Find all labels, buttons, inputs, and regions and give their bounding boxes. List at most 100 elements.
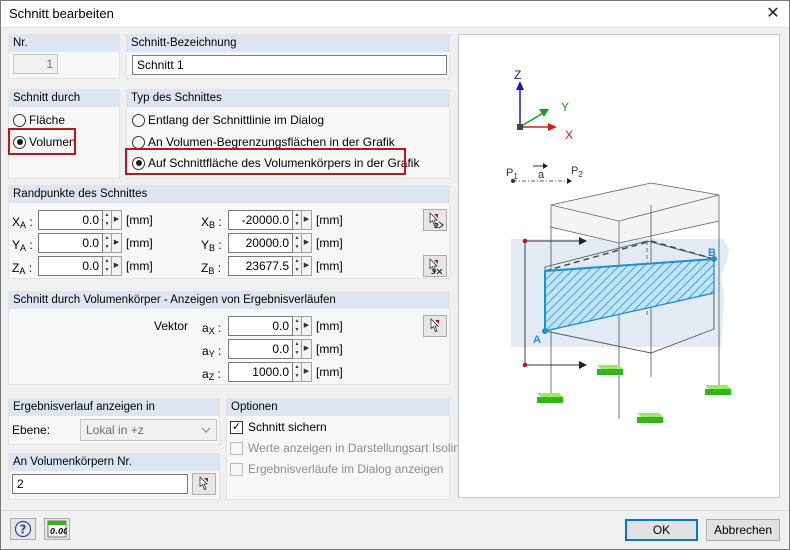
- spin-up-icon[interactable]: ▲: [293, 340, 301, 349]
- spin-down-icon[interactable]: ▼: [293, 243, 301, 252]
- svg-text:0.00: 0.00: [50, 527, 67, 536]
- check-schnitt-sichern-box[interactable]: ✓: [230, 420, 243, 434]
- close-icon[interactable]: ✕: [756, 0, 790, 28]
- calculator-button[interactable]: 0.00: [44, 518, 70, 540]
- preview-illustration: Z Y X P1 a P2 A B: [506, 68, 731, 423]
- check-schnitt-sichern[interactable]: ✓ Schnitt sichern: [230, 420, 327, 434]
- ya-stepper[interactable]: 0.0 ▲ ▼ ▶: [38, 233, 122, 253]
- ya-input[interactable]: 0.0: [38, 233, 103, 253]
- nr-header: Nr.: [9, 35, 119, 52]
- az-input[interactable]: 1000.0: [228, 362, 293, 382]
- ya-spin[interactable]: ▲ ▼: [103, 233, 112, 253]
- cancel-button[interactable]: Abbrechen: [706, 519, 780, 541]
- axis-z-label: Z: [514, 68, 521, 82]
- yb-input[interactable]: 20000.0: [228, 233, 293, 253]
- ay-label: aY :: [202, 344, 222, 359]
- xa-arrow-icon[interactable]: ▶: [112, 210, 122, 230]
- az-spin[interactable]: ▲ ▼: [293, 362, 302, 382]
- xb-spin[interactable]: ▲ ▼: [293, 210, 302, 230]
- radio-flaeche-dot[interactable]: [13, 113, 26, 127]
- ay-stepper[interactable]: 0.0 ▲ ▼ ▶: [228, 339, 312, 359]
- volnr-input[interactable]: 2: [12, 474, 188, 494]
- xa-label: XA :: [12, 215, 33, 230]
- point-b-label: B: [708, 247, 716, 259]
- spin-up-icon[interactable]: ▲: [293, 363, 301, 372]
- za-arrow-icon[interactable]: ▶: [112, 256, 122, 276]
- spin-up-icon[interactable]: ▲: [293, 257, 301, 266]
- pick-two-points-button[interactable]: 2: [423, 209, 447, 231]
- window-title: Schnitt bearbeiten: [9, 6, 114, 21]
- calculator-icon: 0.00: [47, 520, 67, 538]
- ya-label: YA :: [12, 238, 33, 253]
- ax-stepper[interactable]: 0.0 ▲ ▼ ▶: [228, 316, 312, 336]
- za-spin[interactable]: ▲ ▼: [103, 256, 112, 276]
- ok-button[interactable]: OK: [625, 519, 698, 541]
- ax-spin[interactable]: ▲ ▼: [293, 316, 302, 336]
- xa-spin[interactable]: ▲ ▼: [103, 210, 112, 230]
- az-arrow-icon[interactable]: ▶: [302, 362, 312, 382]
- typ-header: Typ des Schnittes: [127, 90, 449, 107]
- az-label: aZ :: [202, 367, 221, 382]
- pick-vector-button[interactable]: [423, 315, 447, 337]
- yb-arrow-icon[interactable]: ▶: [302, 233, 312, 253]
- nr-field: 1: [13, 54, 58, 74]
- za-input[interactable]: 0.0: [38, 256, 103, 276]
- spin-down-icon[interactable]: ▼: [293, 326, 301, 335]
- az-unit: [mm]: [316, 365, 343, 379]
- spin-up-icon[interactable]: ▲: [293, 317, 301, 326]
- check-ergebnisverlaeufe: Ergebnisverläufe im Dialog anzeigen: [230, 462, 443, 476]
- pick-two-points-icon: 2: [429, 212, 444, 229]
- az-stepper[interactable]: 1000.0 ▲ ▼ ▶: [228, 362, 312, 382]
- spin-down-icon[interactable]: ▼: [293, 220, 301, 229]
- ay-spin[interactable]: ▲ ▼: [293, 339, 302, 359]
- spin-up-icon[interactable]: ▲: [293, 234, 301, 243]
- spin-down-icon[interactable]: ▼: [103, 220, 111, 229]
- ay-arrow-icon[interactable]: ▶: [302, 339, 312, 359]
- highlight-schnittflaeche: [125, 148, 406, 175]
- spin-up-icon[interactable]: ▲: [103, 211, 111, 220]
- zb-arrow-icon[interactable]: ▶: [302, 256, 312, 276]
- spin-up-icon[interactable]: ▲: [103, 234, 111, 243]
- spin-down-icon[interactable]: ▼: [293, 349, 301, 358]
- pick-solid-button[interactable]: [192, 473, 216, 495]
- xb-input[interactable]: -20000.0: [228, 210, 293, 230]
- xa-unit: [mm]: [126, 213, 153, 227]
- help-icon: ?: [14, 520, 32, 538]
- xa-stepper[interactable]: 0.0 ▲ ▼ ▶: [38, 210, 122, 230]
- ax-arrow-icon[interactable]: ▶: [302, 316, 312, 336]
- yb-stepper[interactable]: 20000.0 ▲ ▼ ▶: [228, 233, 312, 253]
- volumen-header: Schnitt durch Volumenkörper - Anzeigen v…: [9, 292, 449, 309]
- za-unit: [mm]: [126, 259, 153, 273]
- ergebnis-group: Ergebnisverlauf anzeigen in Ebene: Lokal…: [8, 398, 220, 445]
- radio-begrenzung-dot[interactable]: [132, 135, 145, 149]
- yb-spin[interactable]: ▲ ▼: [293, 233, 302, 253]
- spin-down-icon[interactable]: ▼: [293, 372, 301, 381]
- optionen-group: Optionen ✓ Schnitt sichern Werte anzeige…: [226, 398, 476, 500]
- volnr-header: An Volumenkörpern Nr.: [9, 454, 219, 471]
- xb-arrow-icon[interactable]: ▶: [302, 210, 312, 230]
- radio-begrenzung[interactable]: An Volumen-Begrenzungsflächen in der Gra…: [132, 135, 395, 149]
- ya-arrow-icon[interactable]: ▶: [112, 233, 122, 253]
- radio-flaeche[interactable]: Fläche: [13, 113, 65, 127]
- radio-entlang[interactable]: Entlang der Schnittlinie im Dialog: [132, 113, 324, 127]
- xb-stepper[interactable]: -20000.0 ▲ ▼ ▶: [228, 210, 312, 230]
- za-stepper[interactable]: 0.0 ▲ ▼ ▶: [38, 256, 122, 276]
- ax-input[interactable]: 0.0: [228, 316, 293, 336]
- ay-input[interactable]: 0.0: [228, 339, 293, 359]
- spin-down-icon[interactable]: ▼: [293, 266, 301, 275]
- zb-stepper[interactable]: 23677.5 ▲ ▼ ▶: [228, 256, 312, 276]
- ay-unit: [mm]: [316, 342, 343, 356]
- xa-input[interactable]: 0.0: [38, 210, 103, 230]
- spin-up-icon[interactable]: ▲: [103, 257, 111, 266]
- spin-up-icon[interactable]: ▲: [293, 211, 301, 220]
- p2-label: P2: [571, 165, 583, 179]
- spin-down-icon[interactable]: ▼: [103, 243, 111, 252]
- bezeichnung-input[interactable]: Schnitt 1: [132, 55, 447, 75]
- p1-label: P1: [506, 167, 518, 181]
- spin-down-icon[interactable]: ▼: [103, 266, 111, 275]
- zb-spin[interactable]: ▲ ▼: [293, 256, 302, 276]
- pick-three-points-button[interactable]: 3: [423, 255, 447, 277]
- help-button[interactable]: ?: [10, 518, 36, 540]
- radio-entlang-dot[interactable]: [132, 113, 145, 127]
- zb-input[interactable]: 23677.5: [228, 256, 293, 276]
